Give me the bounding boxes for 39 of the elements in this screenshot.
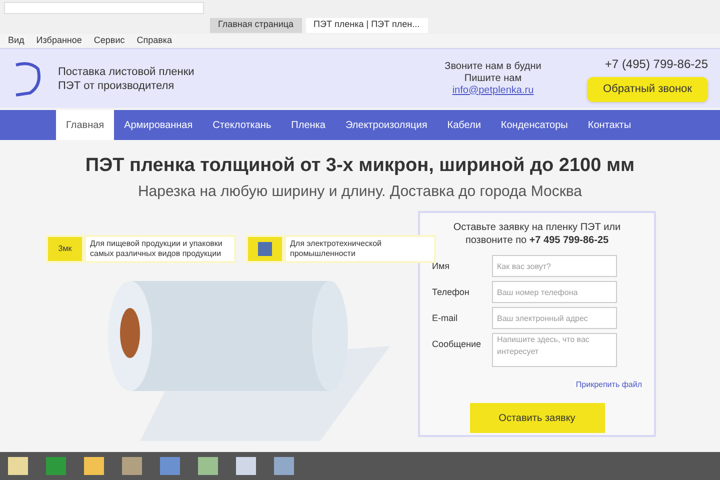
field-label: E-mail [432, 312, 459, 325]
callback-button[interactable]: Обратный звонок [587, 77, 708, 102]
tagline-text: ПЭТ от производителя [58, 78, 176, 92]
input-field[interactable]: Как вас зовут? [492, 255, 617, 277]
input-field[interactable]: Ваш номер телефона [492, 281, 617, 303]
menu-item[interactable]: Сервис [94, 34, 125, 48]
nav-tab[interactable]: Электроизоляция [335, 110, 438, 140]
hero-subtitle: Нарезка на любую ширину и длину. Доставка до города Москва [136, 182, 584, 202]
field-label: Сообщение [432, 338, 482, 351]
contact-text: Пишите нам [463, 72, 523, 84]
browser-tab[interactable]: ПЭТ пленка | ПЭТ плен... [306, 18, 428, 32]
form-intro: Оставьте заявку на пленку ПЭТ или позвоните по +7 495 799-86-25 [452, 221, 622, 247]
address-bar[interactable] [4, 2, 204, 14]
input-field[interactable]: Ваш электронный адрес [492, 307, 617, 329]
field-label: Телефон [432, 286, 470, 299]
hero-title: ПЭТ пленка толщиной от 3-х микрон, шириной до 2100 мм [84, 154, 636, 178]
menu-item[interactable]: Вид [8, 34, 24, 48]
browser-tab[interactable]: Главная страница [210, 18, 302, 32]
tagline-text: Поставка листовой пленки [58, 64, 196, 78]
nav-tab[interactable]: Стеклоткань [202, 110, 282, 140]
nav-tab[interactable]: Главная [56, 110, 114, 140]
contact-text: Звоните нам в будни [444, 60, 542, 72]
email-link[interactable]: info@petplenka.ru [438, 84, 548, 96]
nav-tab[interactable]: Армированная [114, 110, 203, 140]
callout-badge: 3мк [48, 237, 82, 261]
nav-tab[interactable]: Пленка [281, 110, 336, 140]
submit-button[interactable]: Оставить заявку [470, 403, 604, 433]
phone-number: +7 (495) 799-86-25 [604, 56, 708, 74]
menu-item[interactable]: Избранное [36, 34, 82, 48]
attach-file-link[interactable]: Прикрепить файл [576, 380, 642, 389]
nav-tab[interactable]: Конденсаторы [490, 110, 578, 140]
nav-tab[interactable]: Кабели [437, 110, 491, 140]
field-label: Имя [432, 260, 451, 273]
callout-text: Для электротехнической промышленности [286, 237, 434, 261]
message-field[interactable]: Напишите здесь, что вас интересует [492, 333, 617, 367]
chip-icon [258, 242, 272, 256]
menu-item[interactable]: Справка [136, 34, 172, 48]
nav-tab[interactable]: Контакты [578, 110, 642, 140]
callout-text: Для пищевой продукции и упаковки самых различных видов продукции [86, 237, 234, 261]
